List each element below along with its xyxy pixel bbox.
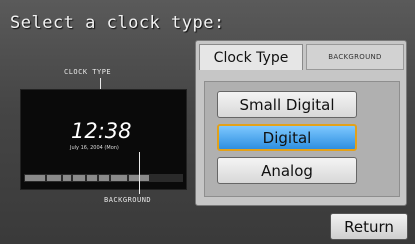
clock-preview: 12:38 July 16, 2004 (Mon): [20, 89, 187, 190]
preview-time: 12:38: [71, 119, 132, 143]
clock-type-callout: CLOCK TYPE: [64, 68, 112, 76]
tab-background[interactable]: BACKGROUND: [306, 44, 404, 70]
option-digital[interactable]: Digital: [217, 124, 357, 151]
screen-title: Select a clock type:: [10, 13, 225, 33]
return-button[interactable]: Return: [330, 213, 408, 240]
preview-date: July 16, 2004 (Mon): [70, 145, 119, 151]
background-callout: BACKGROUND: [104, 196, 152, 204]
preview-status-bar: [24, 174, 183, 182]
options-list: Small Digital Digital Analog: [204, 81, 400, 197]
option-small-digital[interactable]: Small Digital: [217, 91, 357, 118]
tab-clock-type[interactable]: Clock Type: [199, 44, 303, 70]
clock-type-panel: Clock Type BACKGROUND Small Digital Digi…: [195, 40, 407, 206]
clock-type-screen: Select a clock type: CLOCK TYPE 12:38 Ju…: [0, 0, 415, 244]
option-analog[interactable]: Analog: [217, 157, 357, 184]
background-callout-line: [139, 152, 140, 194]
